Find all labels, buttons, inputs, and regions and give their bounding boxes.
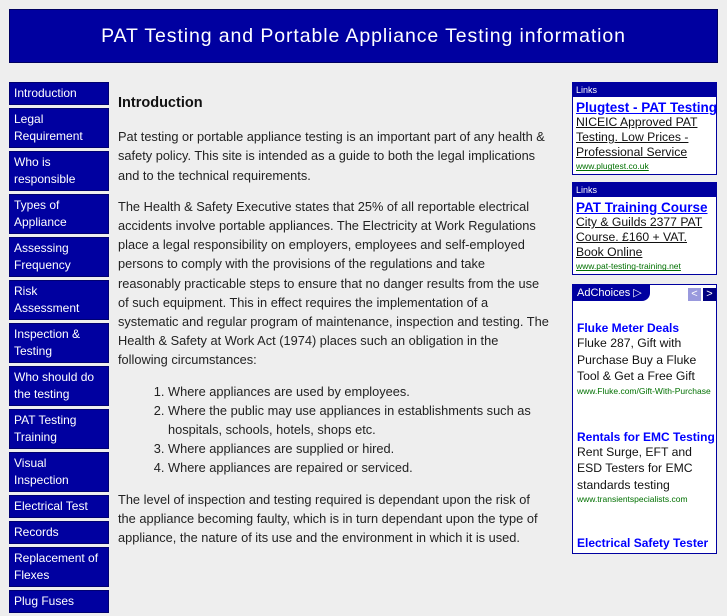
ad-title-link[interactable]: PAT Training Course <box>576 200 713 215</box>
ad-item: Electrical Safety Tester <box>573 536 716 550</box>
ad-url[interactable]: www.plugtest.co.uk <box>576 161 713 171</box>
ad-title-link[interactable]: Rentals for EMC Testing <box>577 430 715 444</box>
list-item: Where appliances are used by employees. <box>168 382 550 401</box>
nav-who-should-do-testing[interactable]: Who should do the testing <box>9 366 109 406</box>
nav-types-of-appliance[interactable]: Types of Appliance <box>9 194 109 234</box>
ad-title-link[interactable]: Plugtest - PAT Testing <box>576 100 717 115</box>
ad-url[interactable]: www.pat-testing-training.net <box>576 261 713 271</box>
intro-paragraph: Pat testing or portable appliance testin… <box>118 129 545 183</box>
ad-item: Fluke Meter Deals Fluke 287, Gift with P… <box>573 321 716 396</box>
adchoices-triangle-icon: ▷ <box>633 287 642 299</box>
ad-item: Rentals for EMC Testing Rent Surge, EFT … <box>573 430 716 505</box>
list-item: Where appliances are repaired or service… <box>168 458 550 477</box>
ad-unit-training: Links PAT Training Course City & Guilds … <box>572 182 717 276</box>
nav-records[interactable]: Records <box>9 521 109 544</box>
nav-inspection-testing[interactable]: Inspection & Testing <box>9 323 109 363</box>
adchoices-unit: AdChoices ▷ < > Fluke Meter Deals Fluke 2… <box>572 284 717 554</box>
ad-header: Links <box>573 183 716 197</box>
adchoices-link[interactable]: AdChoices ▷ <box>573 285 650 301</box>
nav-electrical-test[interactable]: Electrical Test <box>9 495 109 518</box>
ad-title-link[interactable]: Electrical Safety Tester <box>577 536 712 550</box>
site-title: PAT Testing and Portable Appliance Testi… <box>101 24 626 47</box>
ad-description[interactable]: NICEIC Approved PAT Testing. Low Prices … <box>576 115 713 159</box>
ad-url[interactable]: www.Fluke.com/Gift-With-Purchase <box>577 386 712 396</box>
page-title: Introduction <box>118 95 203 111</box>
ad-unit-plugtest: Links Plugtest - PAT Testing NICEIC Appr… <box>572 82 717 176</box>
prev-arrow-icon[interactable]: < <box>688 288 701 301</box>
nav-assessing-frequency[interactable]: Assessing Frequency <box>9 237 109 277</box>
main-content: Introduction Pat testing or portable app… <box>118 94 550 559</box>
ad-header: Links <box>573 83 716 97</box>
ad-description[interactable]: City & Guilds 2377 PAT Course. £160 + VA… <box>576 215 713 259</box>
hse-paragraph: The Health & Safety Executive states tha… <box>118 198 549 368</box>
nav-legal-requirement[interactable]: Legal Requirement <box>9 108 109 148</box>
ad-description: Fluke 287, Gift with Purchase Buy a Fluk… <box>577 336 697 383</box>
list-item: Where the public may use appliances in e… <box>168 401 550 439</box>
nav-introduction[interactable]: Introduction <box>9 82 109 105</box>
sidebar-nav: Introduction Legal Requirement Who is re… <box>9 82 109 616</box>
nav-replacement-of-flexes[interactable]: Replacement of Flexes <box>9 547 109 587</box>
nav-pat-testing-training[interactable]: PAT Testing Training <box>9 409 109 449</box>
ad-title-link[interactable]: Fluke Meter Deals <box>577 321 712 335</box>
adchoices-label: AdChoices <box>577 287 631 299</box>
next-arrow-icon[interactable]: > <box>703 288 716 301</box>
site-header: PAT Testing and Portable Appliance Testi… <box>9 9 718 63</box>
ad-url[interactable]: www.transientspecialists.com <box>577 494 712 504</box>
list-item: Where appliances are supplied or hired. <box>168 439 550 458</box>
nav-who-is-responsible[interactable]: Who is responsible <box>9 151 109 191</box>
level-paragraph: The level of inspection and testing requ… <box>118 491 538 546</box>
ad-description: Rent Surge, EFT and ESD Testers for EMC … <box>577 444 693 492</box>
circumstances-list: Where appliances are used by employees. … <box>118 382 550 478</box>
nav-plug-fuses[interactable]: Plug Fuses <box>9 590 109 613</box>
nav-visual-inspection[interactable]: Visual Inspection <box>9 452 109 492</box>
nav-risk-assessment[interactable]: Risk Assessment <box>9 280 109 320</box>
